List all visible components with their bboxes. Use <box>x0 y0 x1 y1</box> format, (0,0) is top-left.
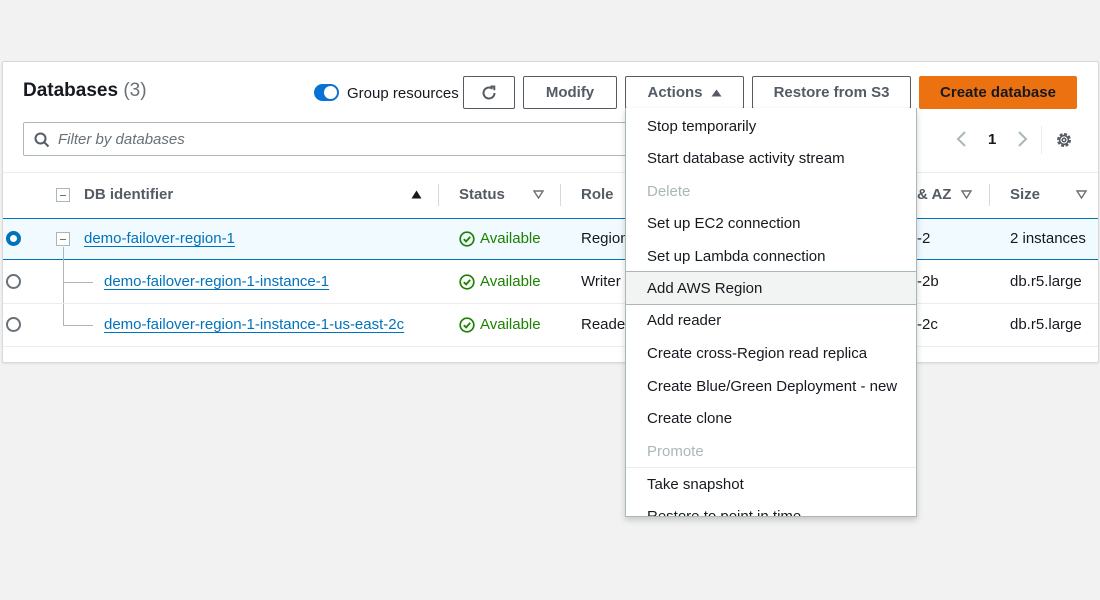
sort-icon[interactable] <box>961 190 972 199</box>
modify-button[interactable]: Modify <box>523 76 617 109</box>
actions-menu: Stop temporarily Start database activity… <box>625 108 917 517</box>
previous-page-icon[interactable] <box>955 130 969 148</box>
pager-divider <box>1041 126 1042 154</box>
db-identifier-link[interactable]: demo-failover-region-1 <box>84 230 235 247</box>
filter-input[interactable] <box>58 129 618 149</box>
row-divider <box>3 303 1098 304</box>
restore-from-s3-button[interactable]: Restore from S3 <box>752 76 911 109</box>
actions-label: Actions <box>647 84 703 101</box>
status-available: Available <box>459 316 541 333</box>
page-title-text: Databases <box>23 80 119 101</box>
status-text: Available <box>480 230 541 247</box>
collapse-row-icon[interactable] <box>56 232 70 246</box>
menu-item-restore-point-in-time[interactable]: Restore to point in time <box>626 500 916 517</box>
row-radio-selected[interactable] <box>6 231 21 246</box>
menu-item-add-reader[interactable]: Add reader <box>626 304 916 336</box>
tree-connector <box>63 247 64 325</box>
page-title: Databases (3) <box>23 80 147 102</box>
menu-item-promote: Promote <box>647 442 704 460</box>
column-divider <box>989 184 990 206</box>
az-cell: -2 <box>917 230 931 247</box>
current-page[interactable]: 1 <box>988 131 996 148</box>
tree-connector <box>63 325 93 326</box>
caret-up-icon <box>711 89 721 96</box>
column-role[interactable]: Role <box>581 186 614 203</box>
status-available: Available <box>459 273 541 290</box>
size-cell: db.r5.large <box>1010 273 1082 290</box>
menu-item-take-snapshot[interactable]: Take snapshot <box>626 468 916 500</box>
menu-item-create-clone[interactable]: Create clone <box>626 402 916 434</box>
toggle-knob <box>324 86 337 99</box>
column-status[interactable]: Status <box>459 186 505 203</box>
refresh-icon <box>482 85 496 99</box>
gear-icon[interactable] <box>1055 131 1073 149</box>
column-divider <box>438 184 439 206</box>
create-database-button[interactable]: Create database <box>919 76 1077 109</box>
collapse-all-icon[interactable] <box>56 188 70 202</box>
database-count: (3) <box>123 80 147 101</box>
table-top-line <box>3 172 1098 173</box>
size-cell: db.r5.large <box>1010 316 1082 333</box>
menu-item-setup-lambda-connection[interactable]: Set up Lambda connection <box>626 240 916 272</box>
menu-item-add-aws-region[interactable]: Add AWS Region <box>626 271 916 305</box>
tree-connector <box>63 282 93 283</box>
menu-item-blue-green-deployment[interactable]: Create Blue/Green Deployment - new <box>626 370 916 402</box>
menu-item-setup-ec2-connection[interactable]: Set up EC2 connection <box>626 207 916 239</box>
status-text: Available <box>480 316 541 333</box>
group-resources-toggle[interactable] <box>314 84 339 101</box>
status-text: Available <box>480 273 541 290</box>
size-cell: 2 instances <box>1010 230 1086 247</box>
db-identifier-link[interactable]: demo-failover-region-1-instance-1 <box>104 273 329 290</box>
menu-item-delete: Delete <box>647 182 691 200</box>
actions-button[interactable]: Actions <box>625 76 744 109</box>
menu-item-cross-region-replica[interactable]: Create cross-Region read replica <box>626 337 916 369</box>
row-radio[interactable] <box>6 274 21 289</box>
role-cell: Region <box>581 230 629 247</box>
status-available: Available <box>459 230 541 247</box>
column-size[interactable]: Size <box>1010 186 1040 203</box>
sort-icon[interactable] <box>1076 190 1087 199</box>
role-cell: Reader <box>581 316 631 333</box>
row-divider <box>3 346 1098 347</box>
az-cell: -2c <box>917 316 938 333</box>
group-resources-label: Group resources <box>347 85 459 102</box>
db-identifier-link[interactable]: demo-failover-region-1-instance-1-us-eas… <box>104 316 404 333</box>
menu-item-start-activity-stream[interactable]: Start database activity stream <box>626 142 916 174</box>
column-divider <box>560 184 561 206</box>
filter-box <box>23 122 633 156</box>
sort-ascending-icon[interactable] <box>411 190 422 199</box>
az-cell: -2b <box>917 273 939 290</box>
column-region-az[interactable]: & AZ <box>917 186 951 203</box>
search-icon <box>34 132 50 148</box>
column-db-identifier[interactable]: DB identifier <box>84 186 173 203</box>
menu-item-stop-temporarily[interactable]: Stop temporarily <box>626 110 916 142</box>
check-circle-icon <box>459 273 475 290</box>
sort-icon[interactable] <box>533 190 544 199</box>
row-radio[interactable] <box>6 317 21 332</box>
refresh-button[interactable] <box>463 76 515 109</box>
next-page-icon[interactable] <box>1015 130 1029 148</box>
check-circle-icon <box>459 316 475 333</box>
role-cell: Writer <box>581 273 621 290</box>
check-circle-icon <box>459 230 475 247</box>
